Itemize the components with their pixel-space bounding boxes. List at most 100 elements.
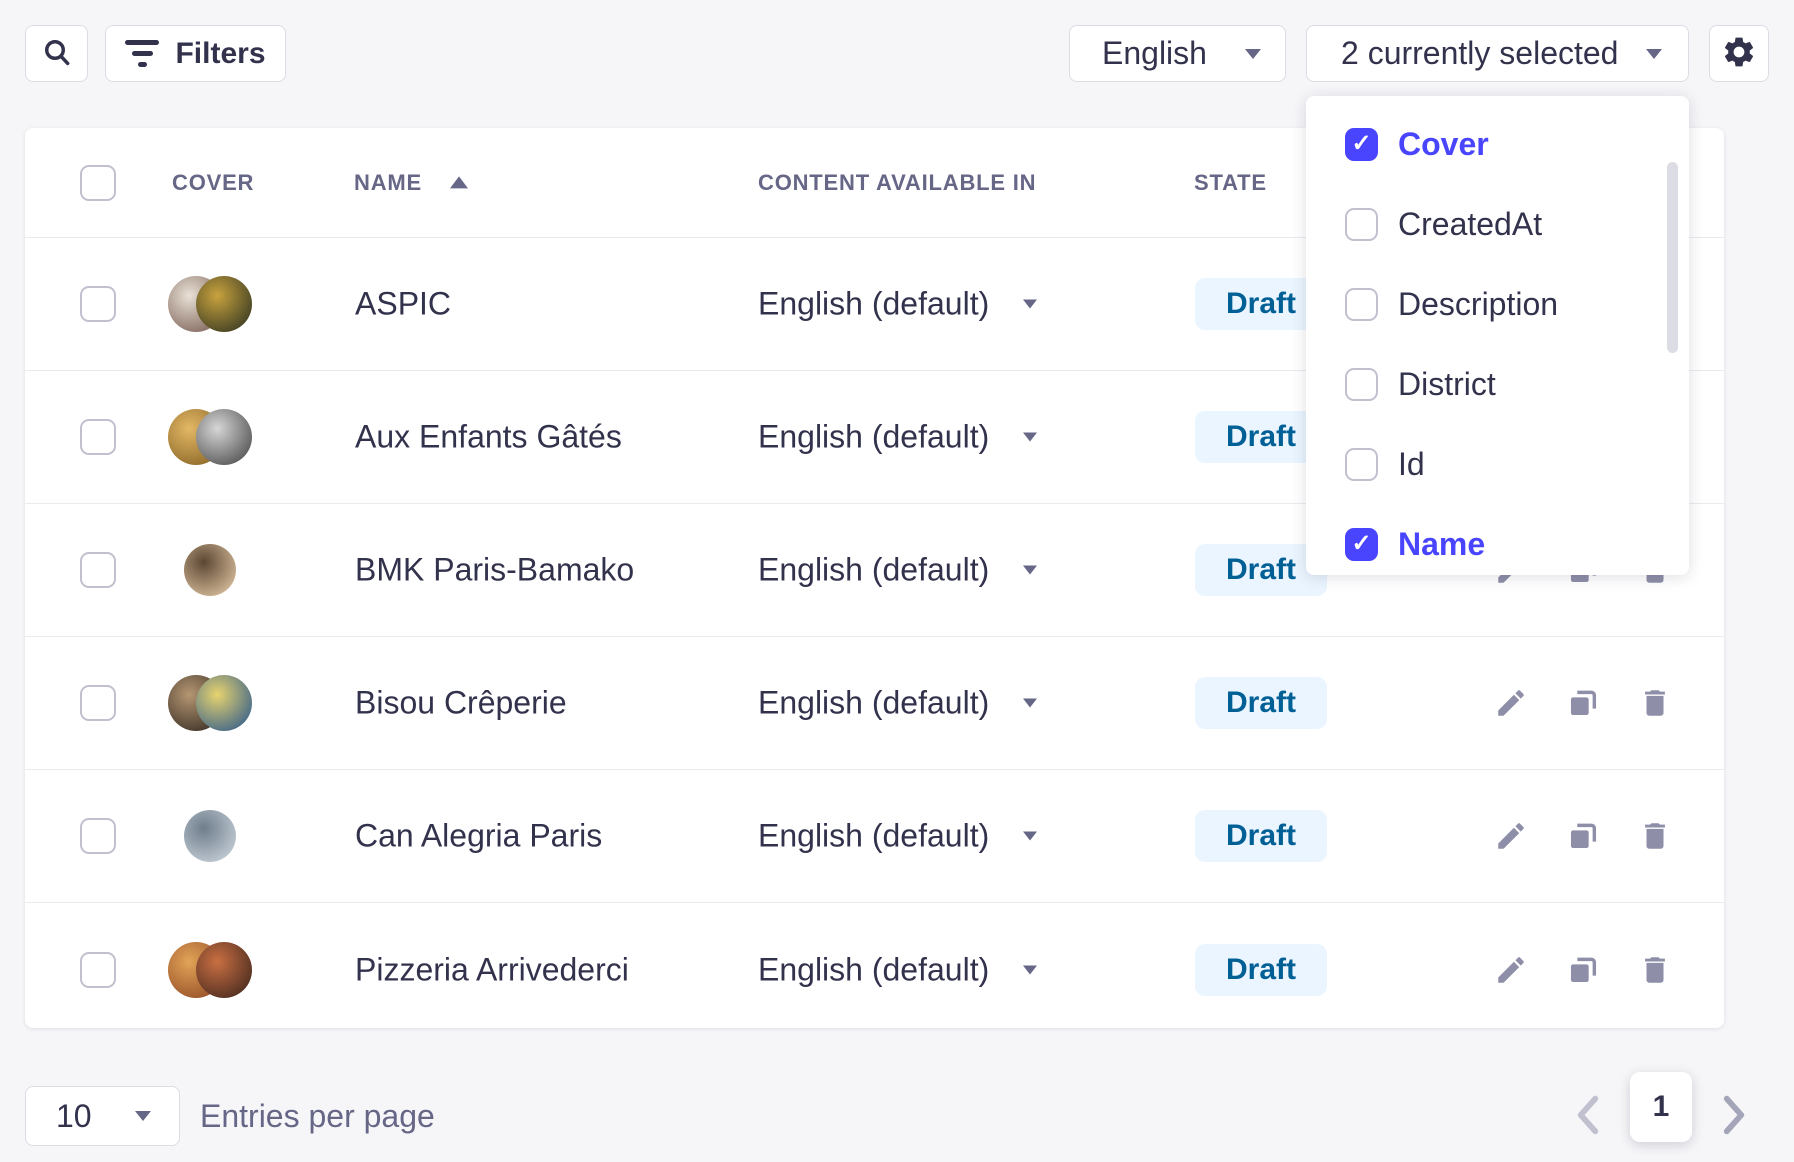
row-checkbox[interactable] — [80, 552, 116, 588]
column-option-district[interactable]: ✓ District — [1306, 344, 1689, 424]
row-locale-value: English (default) — [758, 419, 989, 456]
chevron-down-icon — [1023, 699, 1037, 708]
next-page-button[interactable] — [1712, 1086, 1756, 1146]
column-option-id[interactable]: ✓ Id — [1306, 424, 1689, 504]
row-checkbox[interactable] — [80, 419, 116, 455]
delete-button[interactable] — [1638, 819, 1672, 853]
cover-image — [196, 409, 252, 465]
checkbox[interactable]: ✓ — [1345, 368, 1378, 401]
checkbox[interactable]: ✓ — [1345, 208, 1378, 241]
table-row: Can Alegria Paris English (default) Draf… — [25, 770, 1724, 903]
search-button[interactable] — [25, 25, 88, 82]
cover-thumbnails — [168, 942, 252, 998]
row-locale-select[interactable]: English (default) — [758, 951, 1037, 988]
chevron-down-icon — [135, 1111, 151, 1121]
duplicate-button[interactable] — [1566, 686, 1600, 720]
select-all-checkbox[interactable] — [80, 165, 116, 201]
page-size-value: 10 — [56, 1098, 92, 1135]
scrollbar-thumb[interactable] — [1667, 162, 1678, 353]
delete-button[interactable] — [1638, 953, 1672, 987]
edit-button[interactable] — [1494, 686, 1528, 720]
row-checkbox[interactable] — [80, 685, 116, 721]
pencil-icon — [1498, 823, 1524, 849]
row-checkbox[interactable] — [80, 952, 116, 988]
row-locale-value: English (default) — [758, 818, 989, 855]
row-locale-select[interactable]: English (default) — [758, 419, 1037, 456]
duplicate-button[interactable] — [1566, 953, 1600, 987]
columns-select-value: 2 currently selected — [1341, 35, 1618, 72]
gear-icon — [1721, 34, 1757, 73]
checkbox[interactable]: ✓ — [1345, 528, 1378, 561]
cover-image — [196, 675, 252, 731]
row-locale-value: English (default) — [758, 286, 989, 323]
chevron-down-icon — [1023, 566, 1037, 575]
column-header-cover[interactable]: COVER — [172, 170, 254, 196]
copy-icon — [1571, 964, 1589, 982]
row-checkbox[interactable] — [80, 818, 116, 854]
check-icon: ✓ — [1351, 532, 1371, 556]
table-row: Pizzeria Arrivederci English (default) D… — [25, 903, 1724, 1036]
column-picker-dropdown: ✓ Cover ✓ CreatedAt ✓ Description ✓ Dist… — [1306, 96, 1689, 575]
page-size-select[interactable]: 10 — [25, 1086, 180, 1146]
previous-page-button[interactable] — [1566, 1086, 1610, 1146]
copy-icon — [1571, 830, 1589, 848]
cover-image — [184, 544, 236, 596]
row-locale-value: English (default) — [758, 951, 989, 988]
filters-button-label: Filters — [175, 37, 265, 71]
copy-icon — [1571, 697, 1589, 715]
column-option-label: Name — [1398, 526, 1485, 563]
delete-button[interactable] — [1638, 686, 1672, 720]
check-icon: ✓ — [1351, 132, 1371, 156]
entry-name: Aux Enfants Gâtés — [355, 419, 622, 456]
chevron-down-icon — [1023, 300, 1037, 309]
column-option-createdat[interactable]: ✓ CreatedAt — [1306, 184, 1689, 264]
column-option-label: Cover — [1398, 126, 1489, 163]
duplicate-button[interactable] — [1566, 819, 1600, 853]
column-option-cover[interactable]: ✓ Cover — [1306, 104, 1689, 184]
cover-image — [196, 276, 252, 332]
column-option-name[interactable]: ✓ Name — [1306, 504, 1689, 575]
row-locale-value: English (default) — [758, 552, 989, 589]
column-option-description[interactable]: ✓ Description — [1306, 264, 1689, 344]
column-header-content-available-in[interactable]: CONTENT AVAILABLE IN — [758, 170, 1036, 196]
page-number-button[interactable]: 1 — [1630, 1072, 1692, 1142]
row-locale-select[interactable]: English (default) — [758, 286, 1037, 323]
chevron-down-icon — [1023, 832, 1037, 841]
settings-button[interactable] — [1709, 25, 1769, 82]
cover-image — [184, 810, 236, 862]
locale-select[interactable]: English — [1069, 25, 1286, 82]
checkbox[interactable]: ✓ — [1345, 128, 1378, 161]
pencil-icon — [1498, 690, 1524, 716]
filter-icon — [125, 40, 159, 67]
table-row: Bisou Crêperie English (default) Draft — [25, 637, 1724, 770]
entry-name: ASPIC — [355, 286, 451, 323]
filters-button[interactable]: Filters — [105, 25, 286, 82]
column-option-label: Description — [1398, 286, 1558, 323]
row-locale-select[interactable]: English (default) — [758, 818, 1037, 855]
pencil-icon — [1498, 957, 1524, 983]
entry-name: Can Alegria Paris — [355, 818, 602, 855]
chevron-down-icon — [1023, 965, 1037, 974]
chevron-down-icon — [1023, 433, 1037, 442]
column-header-state[interactable]: STATE — [1194, 170, 1267, 196]
columns-select[interactable]: 2 currently selected — [1306, 25, 1689, 82]
locale-select-value: English — [1102, 35, 1207, 72]
status-badge: Draft — [1195, 810, 1327, 862]
entries-per-page-label: Entries per page — [200, 1086, 435, 1146]
column-header-name[interactable]: NAME — [354, 170, 422, 196]
cover-thumbnails — [168, 808, 252, 864]
checkbox[interactable]: ✓ — [1345, 448, 1378, 481]
entry-name: Bisou Crêperie — [355, 685, 567, 722]
edit-button[interactable] — [1494, 953, 1528, 987]
search-icon — [41, 36, 73, 71]
row-locale-select[interactable]: English (default) — [758, 685, 1037, 722]
chevron-left-icon — [1575, 1095, 1601, 1138]
row-locale-select[interactable]: English (default) — [758, 552, 1037, 589]
sort-ascending-icon[interactable] — [450, 176, 468, 188]
cover-thumbnails — [168, 409, 252, 465]
edit-button[interactable] — [1494, 819, 1528, 853]
row-checkbox[interactable] — [80, 286, 116, 322]
row-actions — [1494, 686, 1672, 720]
trash-icon — [1645, 823, 1665, 849]
checkbox[interactable]: ✓ — [1345, 288, 1378, 321]
